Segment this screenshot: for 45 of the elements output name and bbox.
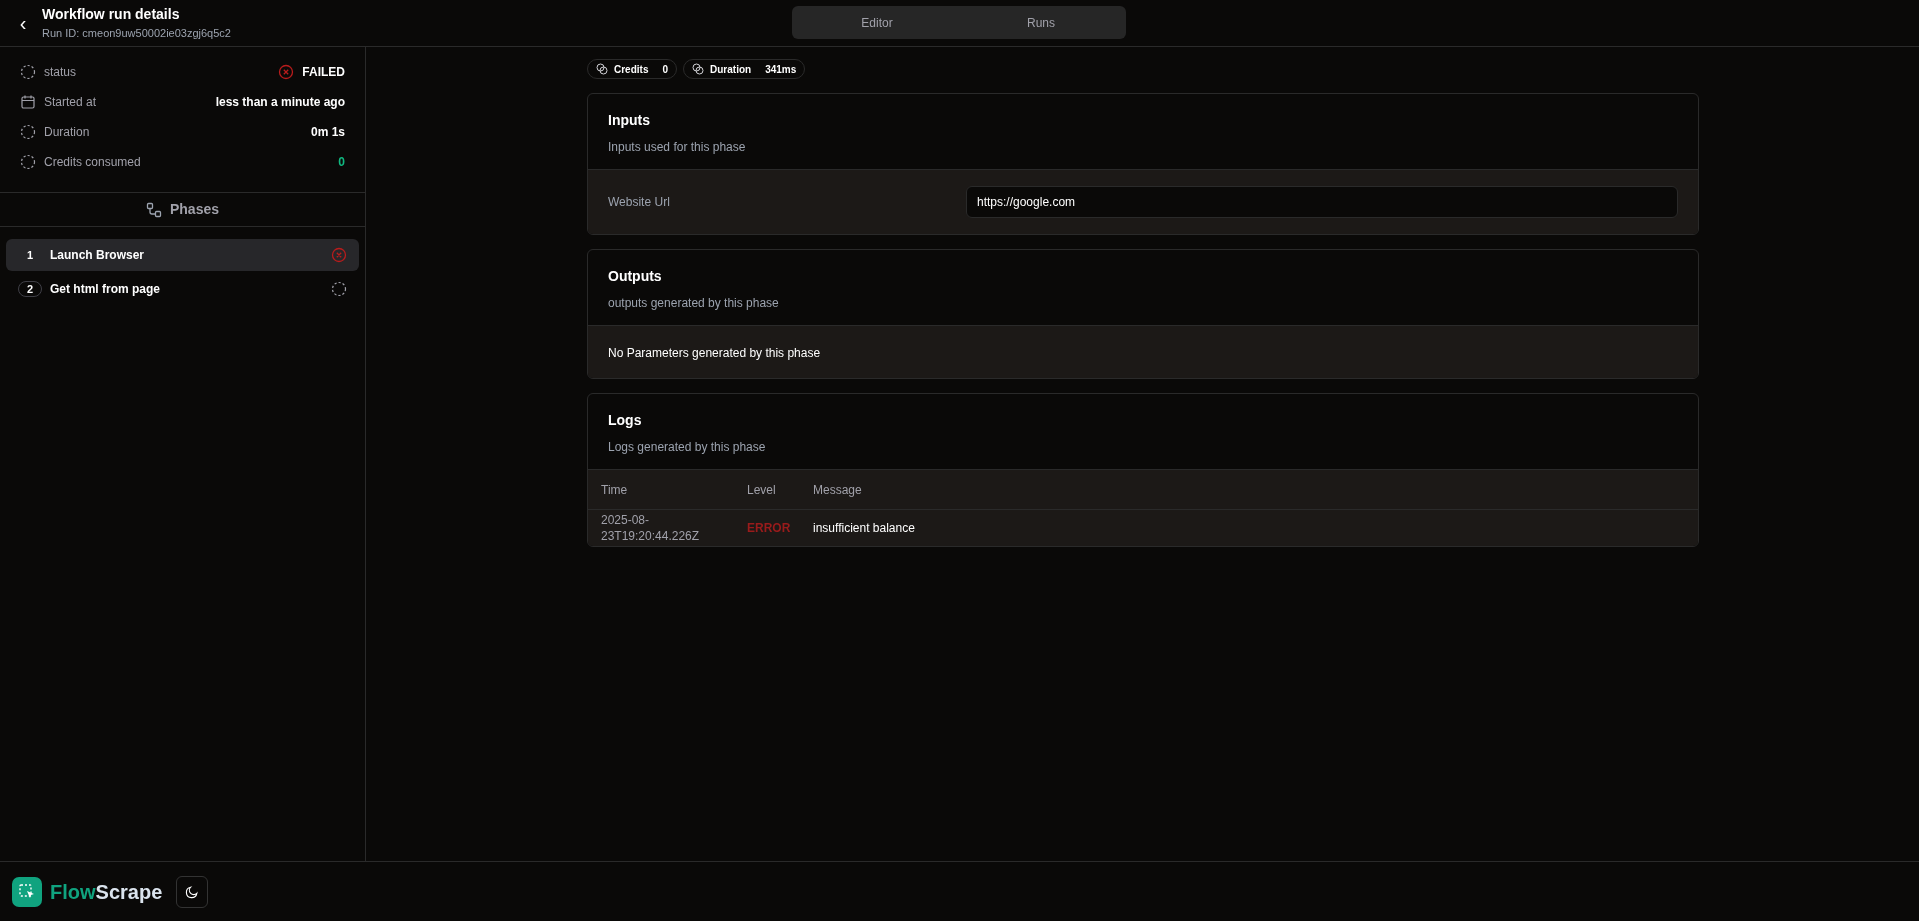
phase-item[interactable]: 2 Get html from page [6,273,359,305]
coins-icon [692,63,704,75]
coins-icon [596,63,608,75]
pending-icon [20,124,36,140]
logo-icon [12,876,42,907]
back-button[interactable]: ‹ [16,13,30,33]
column-header: Time [588,469,747,510]
column-header: Message [813,469,1698,510]
card-title: Inputs [608,111,651,130]
field-label: Website Url [608,194,670,211]
info-value: 0m 1s [310,124,345,141]
log-message: insufficient balance [813,509,1698,546]
tab[interactable]: Editor [795,9,959,36]
theme-toggle-button[interactable] [176,875,209,908]
card-subtitle: Logs generated by this phase [608,439,767,456]
moon-icon [185,884,200,899]
info-label: Started at [44,94,97,111]
column-header: Level [747,469,813,510]
empty-message: No Parameters generated by this phase [608,346,821,360]
pending-icon [331,281,347,297]
run-id: Run ID: cmeon9uw50002ie03zgj6q5c2 [42,26,231,42]
pending-icon [20,154,36,170]
card-title: Logs [608,411,643,430]
info-value: less than a minute ago [215,94,345,111]
page-title: Workflow run details [42,5,181,25]
card-subtitle: outputs generated by this phase [608,295,780,312]
url-input-field[interactable]: https://google.com [966,186,1678,218]
brand-name: FlowScrape [50,879,163,905]
info-value: 0 [338,154,345,171]
failed-icon [278,64,295,80]
pending-icon [20,64,36,80]
tab[interactable]: Runs [959,9,1123,36]
info-label: Credits consumed [44,154,141,171]
phases-icon [145,201,162,218]
card-title: Outputs [608,267,663,286]
phase-item[interactable]: 1 Launch Browser [6,239,359,271]
failed-icon [331,247,347,263]
log-level: ERROR [747,509,813,546]
info-label: status [44,64,76,81]
info-label: Duration [44,124,90,141]
info-value: FAILED [302,64,345,81]
calendar-icon [20,94,36,110]
phases-heading: Phases [169,200,219,219]
card-subtitle: Inputs used for this phase [608,139,747,156]
log-time: 2025-08-23T19:20:44.226Z [588,509,747,546]
